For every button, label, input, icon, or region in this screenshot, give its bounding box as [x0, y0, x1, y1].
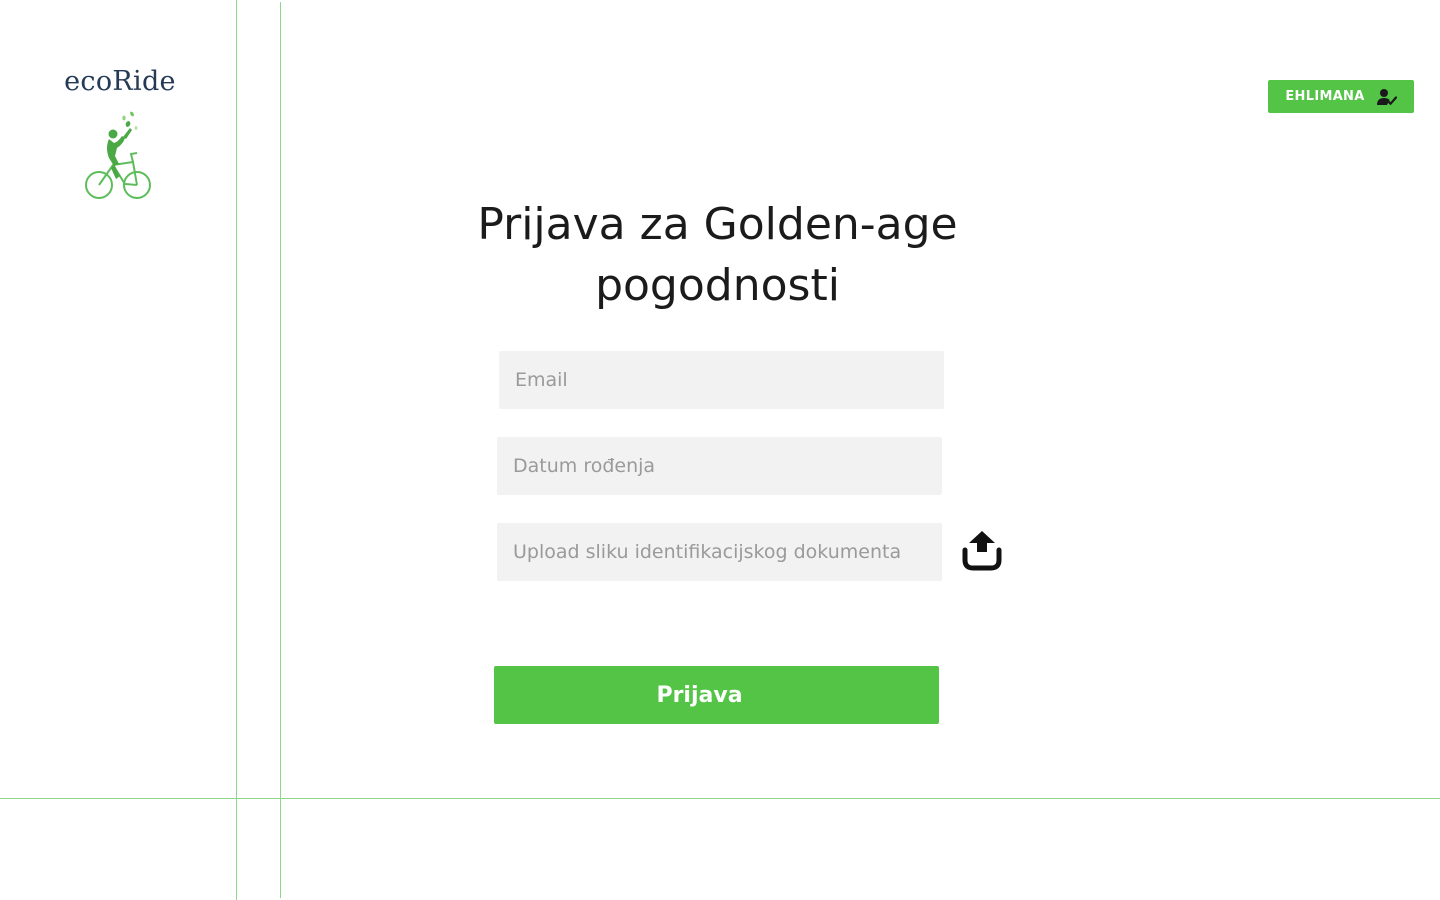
page: ecoRide EHLIMANA Prijava za Golden-age p…: [0, 0, 1440, 900]
document-upload-field[interactable]: [497, 523, 942, 581]
divider-vertical-left: [236, 0, 237, 900]
brand[interactable]: ecoRide: [40, 64, 200, 202]
divider-vertical-right: [280, 2, 281, 898]
submit-button[interactable]: Prijava: [494, 666, 939, 724]
upload-icon[interactable]: [961, 530, 1003, 572]
user-account-label: EHLIMANA: [1285, 89, 1365, 104]
email-field[interactable]: [499, 351, 944, 409]
user-check-icon: [1376, 88, 1397, 105]
page-title: Prijava za Golden-age pogodnosti: [477, 199, 958, 311]
cyclist-logo-icon: [85, 111, 151, 199]
divider-horizontal: [0, 798, 1440, 799]
brand-name: ecoRide: [64, 66, 176, 97]
date-of-birth-field[interactable]: [497, 437, 942, 495]
user-account-button[interactable]: EHLIMANA: [1268, 80, 1414, 113]
submit-label: Prijava: [656, 682, 743, 708]
